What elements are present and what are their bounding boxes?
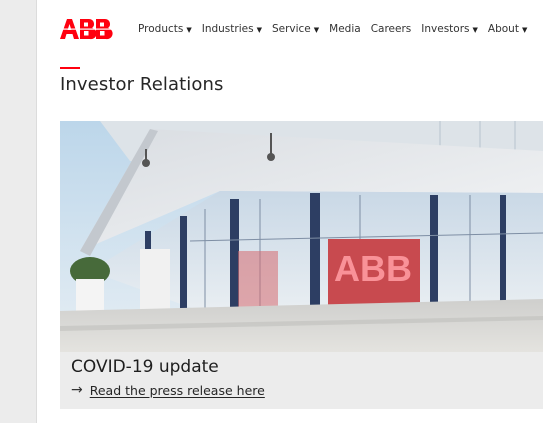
nav-industries[interactable]: Industries ▼: [202, 23, 262, 35]
nav-label: Media: [329, 23, 361, 35]
nav-media[interactable]: Media: [329, 23, 361, 35]
press-release-link[interactable]: → Read the press release here: [71, 382, 265, 398]
nav-about[interactable]: About ▼: [488, 23, 527, 35]
left-margin: [0, 0, 37, 423]
nav-careers[interactable]: Careers: [371, 23, 412, 35]
main-nav: Products ▼ Industries ▼ Service ▼ Media …: [138, 23, 527, 35]
arrow-right-icon: →: [71, 382, 83, 398]
building-storefront-photo[interactable]: ABB: [60, 121, 543, 352]
caret-down-icon: ▼: [313, 25, 320, 34]
nav-label: About: [487, 23, 519, 35]
nav-label: Investors: [421, 23, 470, 35]
page: Products ▼ Industries ▼ Service ▼ Media …: [38, 0, 543, 423]
hero-card[interactable]: ABB COVID-19 update → Read the press rel: [60, 121, 543, 409]
nav-products[interactable]: Products ▼: [138, 23, 192, 35]
title-accent-bar: [60, 67, 80, 69]
nav-service[interactable]: Service ▼: [272, 23, 319, 35]
svg-text:ABB: ABB: [334, 248, 412, 289]
caption-title: COVID-19 update: [71, 357, 219, 377]
page-title: Investor Relations: [60, 74, 224, 95]
caret-down-icon: ▼: [186, 25, 192, 34]
hero-caption: COVID-19 update → Read the press release…: [60, 352, 543, 409]
nav-label: Products: [138, 23, 184, 35]
caret-down-icon: ▼: [256, 25, 262, 34]
nav-label: Industries: [201, 23, 254, 35]
nav-investors[interactable]: Investors ▼: [421, 23, 478, 35]
nav-label: Service: [271, 23, 311, 35]
caret-down-icon: ▼: [521, 25, 528, 34]
top-navigation: Products ▼ Industries ▼ Service ▼ Media …: [38, 0, 543, 60]
abb-logo[interactable]: [60, 18, 115, 40]
caret-down-icon: ▼: [472, 25, 478, 34]
nav-label: Careers: [370, 23, 412, 35]
link-text: Read the press release here: [89, 382, 265, 398]
